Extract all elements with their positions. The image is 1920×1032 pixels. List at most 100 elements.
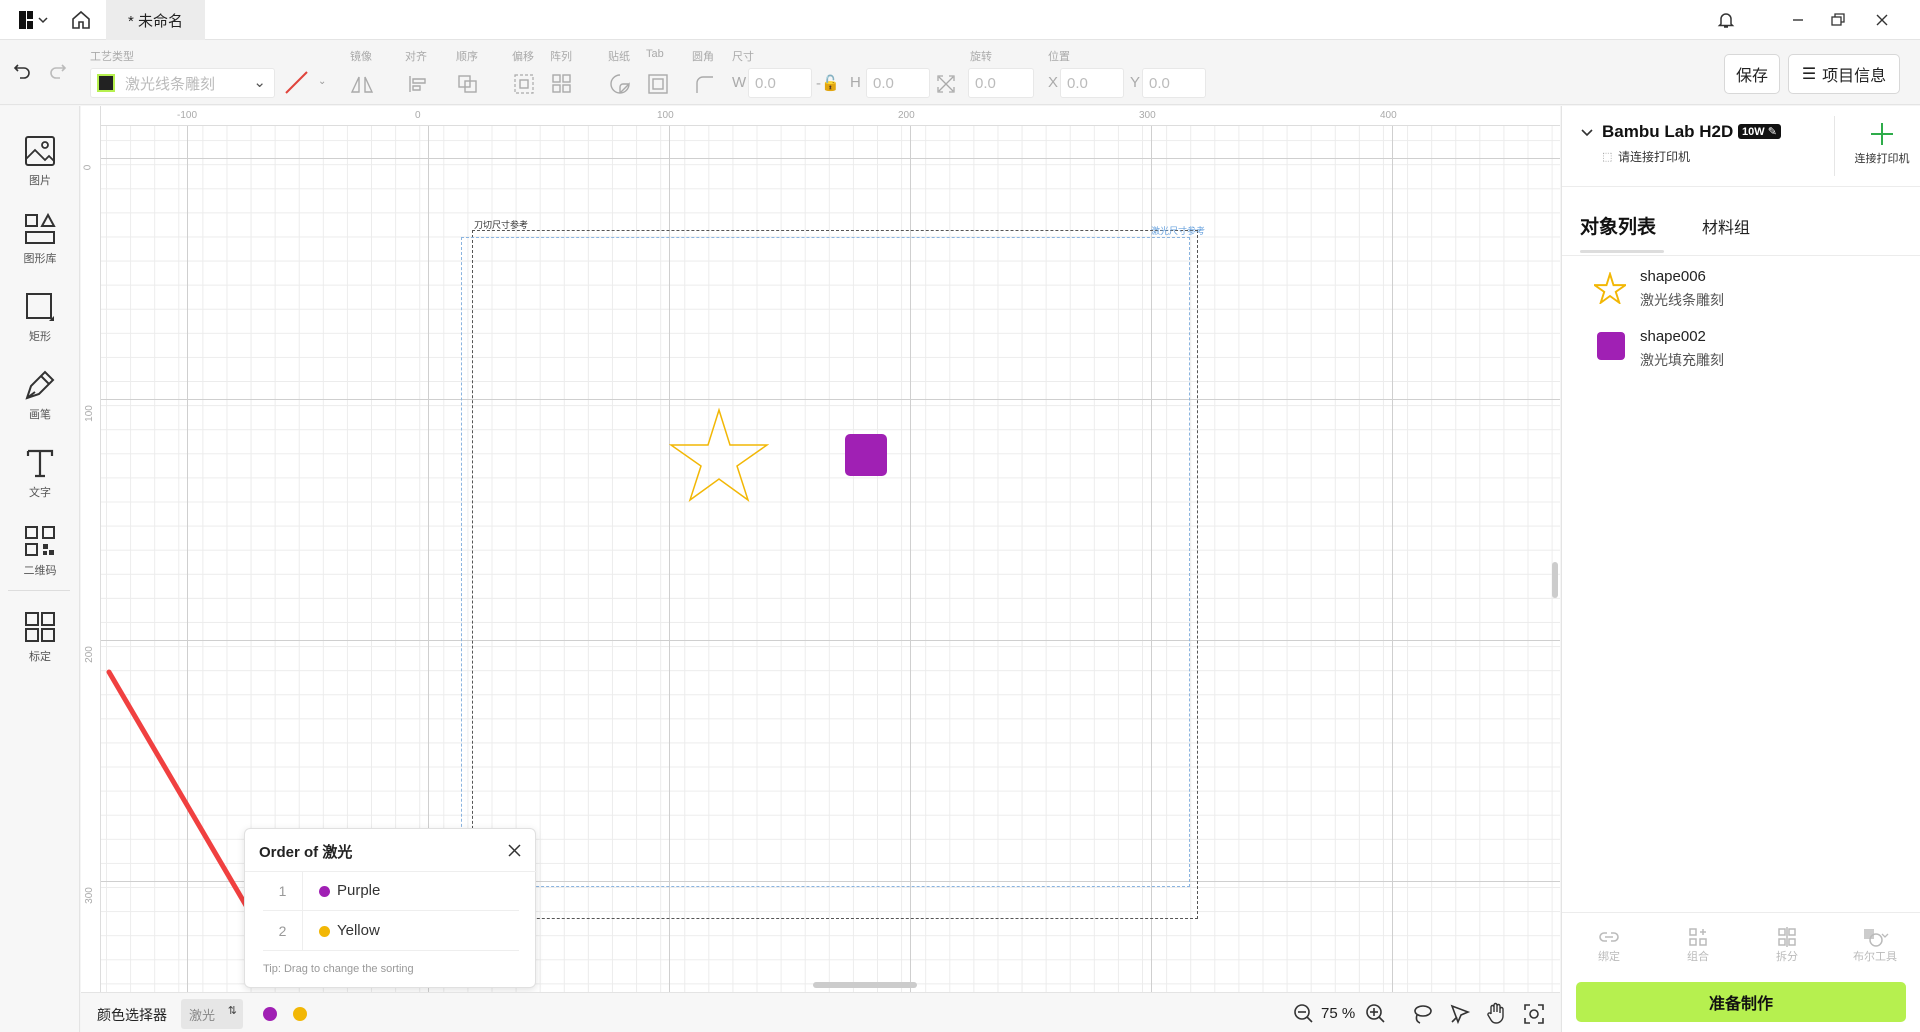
printer-dropdown-toggle[interactable] (1580, 126, 1594, 143)
offset-button[interactable] (510, 70, 538, 98)
order-row-purple[interactable]: 1 Purple (263, 871, 519, 911)
close-window-button[interactable] (1864, 0, 1900, 40)
vertical-ruler: 0 100 200 300 (81, 106, 101, 992)
qrcode-tool[interactable]: 二维码 (0, 520, 80, 590)
shape002-square[interactable] (845, 434, 887, 476)
stroke-color-button[interactable] (282, 68, 310, 96)
yellow-swatch[interactable] (293, 1007, 307, 1021)
printer-status-icon: ⬚ (1602, 151, 1613, 163)
restore-icon (1831, 13, 1845, 26)
fit-size-button[interactable] (932, 70, 960, 98)
printer-power-badge[interactable]: 10W ✎ (1738, 124, 1781, 139)
x-input[interactable]: 0.0 (1060, 68, 1124, 98)
mirror-button[interactable] (348, 70, 376, 98)
array-label: 阵列 (550, 51, 572, 63)
link-icon (1599, 932, 1619, 942)
align-button[interactable] (404, 70, 432, 98)
bottom-bar: 颜色选择器 激光 ⇅ 75 % (81, 992, 1560, 1032)
split-button[interactable]: 拆分 (1752, 926, 1822, 964)
project-info-button[interactable]: ☰ 项目信息 (1788, 54, 1900, 94)
purple-swatch[interactable] (263, 1007, 277, 1021)
corner-label: 圆角 (692, 51, 714, 63)
rotate-input[interactable]: 0.0 (968, 68, 1034, 98)
y-prefix: Y (1130, 74, 1141, 91)
project-info-label: 项目信息 (1822, 68, 1887, 85)
save-button[interactable]: 保存 (1724, 54, 1780, 94)
rectangle-icon (26, 293, 54, 321)
connect-printer-button[interactable]: 连接打印机 (1846, 120, 1918, 166)
prepare-button[interactable]: 准备制作 (1576, 982, 1906, 1022)
select-arrow-button[interactable] (1449, 1003, 1471, 1028)
horizontal-scrollbar[interactable] (813, 982, 917, 988)
align-label: 对齐 (405, 51, 427, 63)
array-button[interactable] (548, 70, 576, 98)
bell-icon (1717, 13, 1735, 28)
redo-icon (50, 64, 67, 79)
tab-object-list[interactable]: 对象列表 (1580, 212, 1656, 239)
ruler-h-label: 300 (1139, 110, 1156, 121)
order-popup-close-button[interactable] (503, 839, 525, 861)
color-picker-label: 颜色选择器 (97, 1007, 167, 1023)
stroke-chevron-icon[interactable]: ⌄ (318, 76, 326, 87)
zoom-out-button[interactable] (1293, 1003, 1313, 1026)
ruler-v-label: 300 (83, 887, 95, 904)
object-item-shape002[interactable]: shape002 激光填充雕刻 (1562, 320, 1920, 376)
calibration-tool[interactable]: 标定 (0, 606, 80, 676)
height-input[interactable]: 0.0 (866, 68, 930, 98)
printer-name[interactable]: Bambu Lab H2D (1602, 122, 1733, 142)
minimize-button[interactable] (1780, 0, 1816, 40)
undo-icon (13, 64, 30, 79)
object-item-shape006[interactable]: shape006 激光线条雕刻 (1562, 260, 1920, 316)
home-icon (72, 10, 90, 29)
undo-button[interactable] (8, 56, 36, 84)
sticker-button[interactable] (606, 70, 634, 98)
zoom-in-button[interactable] (1365, 1003, 1385, 1026)
pan-hand-button[interactable] (1485, 1002, 1507, 1027)
home-button[interactable] (66, 0, 96, 40)
width-input[interactable]: 0.0 (748, 68, 812, 98)
edit-icon: ✎ (1767, 126, 1777, 138)
y-input[interactable]: 0.0 (1142, 68, 1206, 98)
lasso-select-button[interactable] (1411, 1003, 1433, 1028)
notification-button[interactable] (1710, 0, 1742, 40)
pen-tool[interactable]: 画笔 (0, 364, 80, 434)
order-row-number: 1 (263, 871, 303, 911)
height-prefix: H (850, 74, 861, 91)
sticker-label: 贴纸 (608, 51, 630, 63)
tools-divider (1562, 912, 1920, 913)
text-tool[interactable]: 文字 (0, 442, 80, 512)
zoom-level: 75 % (1321, 1005, 1356, 1022)
vertical-scrollbar[interactable] (1552, 562, 1558, 598)
horizontal-ruler: -100 0 100 200 300 400 (81, 106, 1560, 126)
text-tool-label: 文字 (29, 487, 51, 499)
group-button[interactable]: 组合 (1663, 926, 1733, 964)
shapes-icon (25, 212, 56, 244)
sidebar-divider (8, 590, 70, 591)
rectangle-tool[interactable]: 矩形 (0, 286, 80, 356)
qrcode-tool-label: 二维码 (23, 565, 57, 577)
color-mode-select[interactable]: 激光 ⇅ (181, 999, 243, 1029)
corner-radius-button[interactable] (690, 70, 718, 98)
x-prefix: X (1048, 74, 1059, 91)
width-prefix: W (732, 74, 747, 91)
bind-button[interactable]: 绑定 (1574, 926, 1644, 964)
arrange-order-button[interactable] (454, 70, 482, 98)
boolean-tools-button[interactable]: 布尔工具 (1840, 926, 1910, 964)
image-tool[interactable]: 图片 (0, 130, 80, 200)
app-menu-button[interactable] (10, 0, 54, 40)
redo-button[interactable] (44, 56, 72, 84)
bind-label: 绑定 (1598, 951, 1620, 963)
fit-view-button[interactable] (1523, 1003, 1545, 1028)
aspect-lock-icon[interactable]: -🔓 (816, 74, 840, 92)
shape006-star[interactable] (669, 406, 769, 502)
restore-button[interactable] (1820, 0, 1856, 40)
tab-document[interactable]: * 未命名 (106, 0, 206, 40)
split-icon (1778, 927, 1796, 947)
tab-material-group[interactable]: 材料组 (1702, 214, 1750, 238)
order-row-yellow[interactable]: 2 Yellow (263, 911, 519, 951)
left-toolbar: 图片 图形库 矩形 画笔 文字 二维码 标定 (0, 106, 80, 1032)
tab-button[interactable] (644, 70, 672, 98)
shape-library-tool[interactable]: 图形库 (0, 208, 80, 278)
process-type-select[interactable]: 激光线条雕刻 ⌄ (90, 68, 275, 98)
ruler-v-label: 100 (83, 405, 95, 422)
